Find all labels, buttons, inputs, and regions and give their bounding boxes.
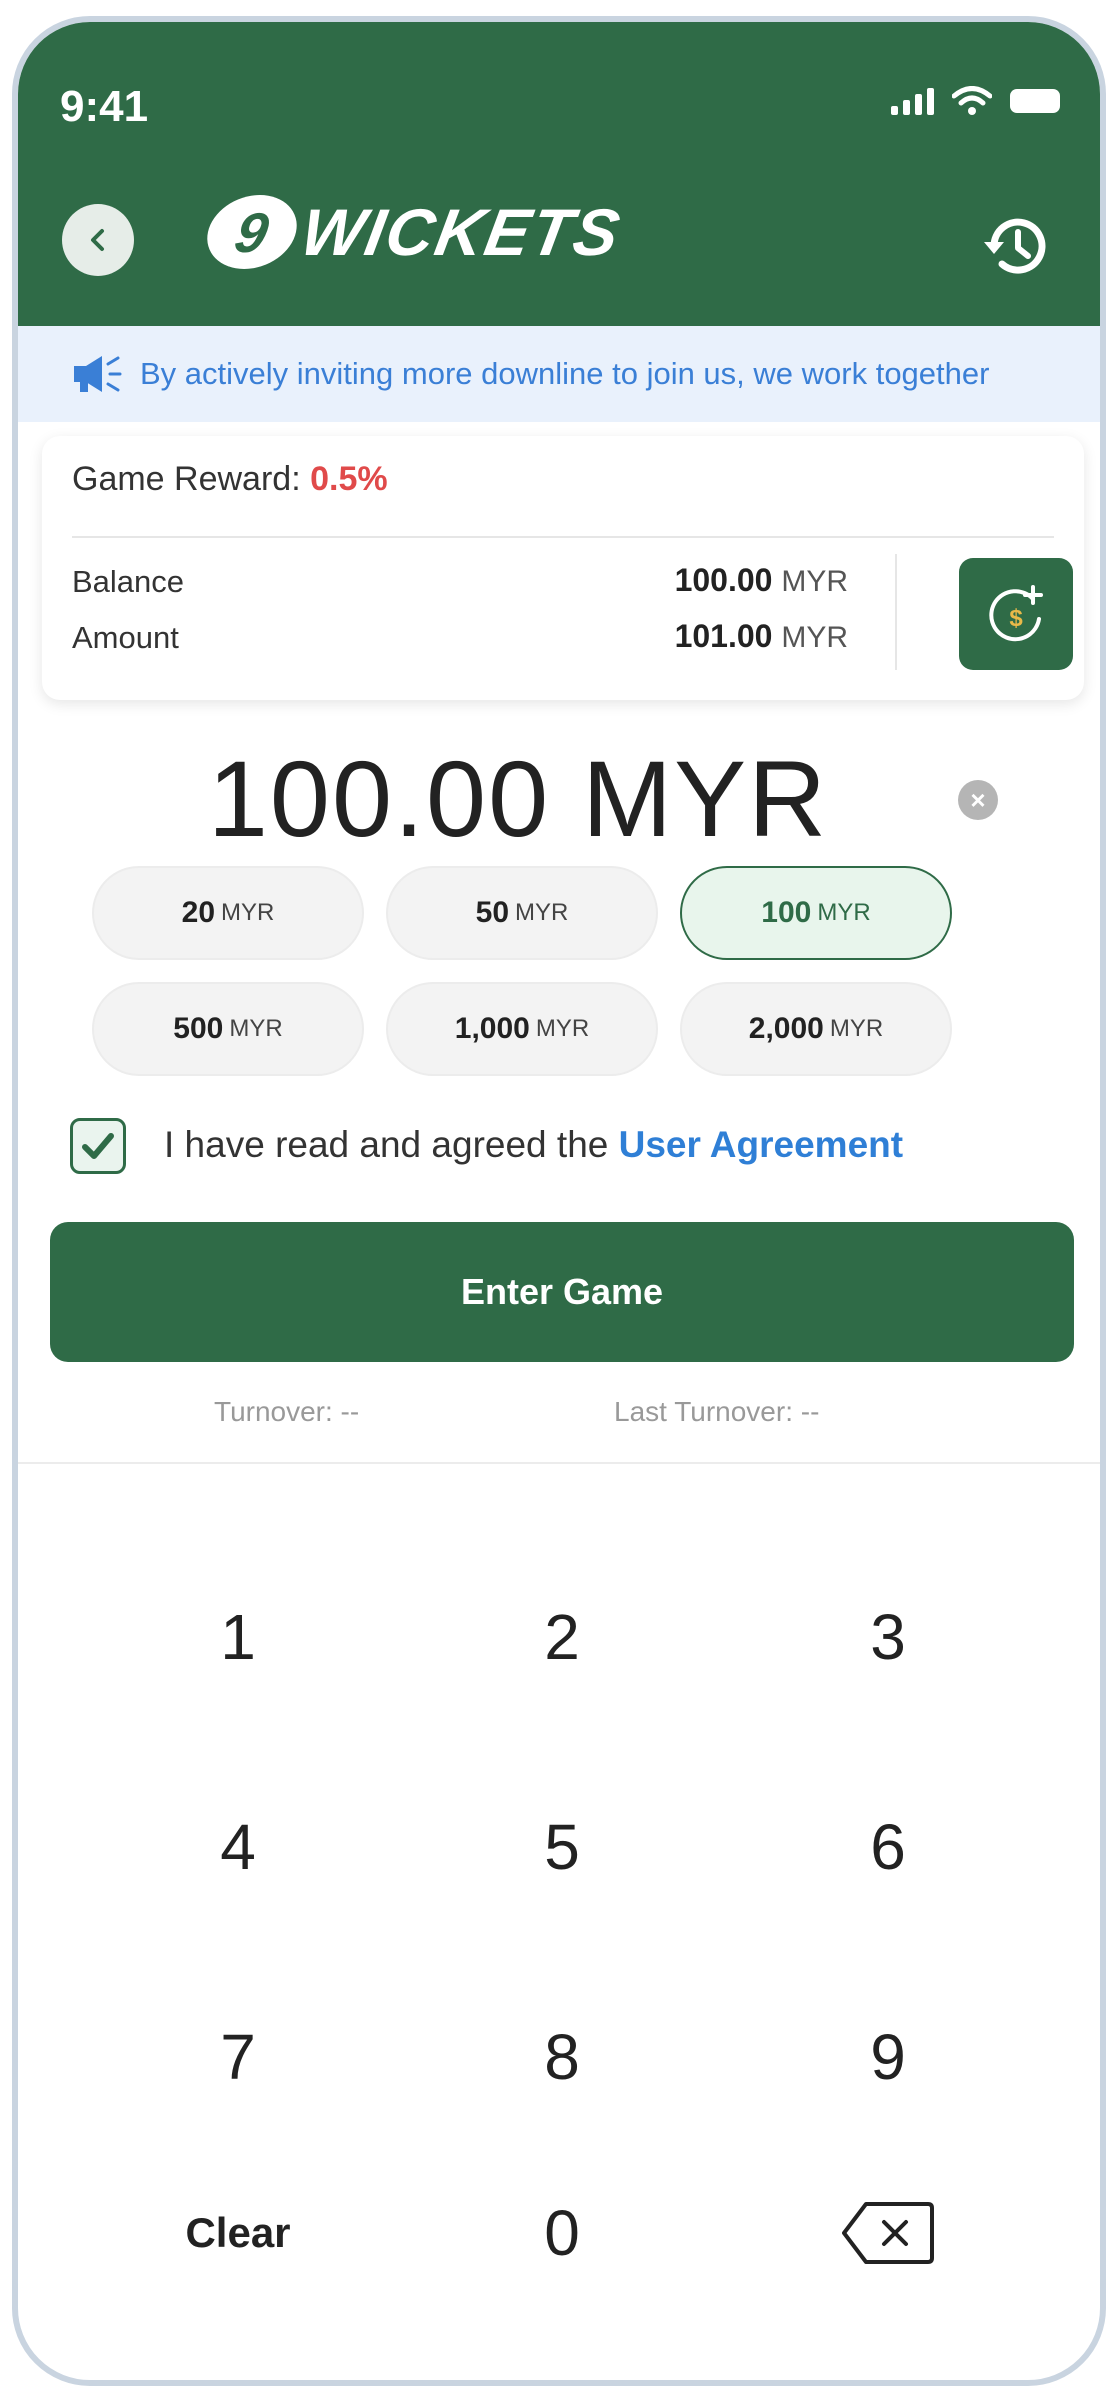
preset-chip[interactable]: 50 MYR: [386, 866, 658, 960]
deposit-button[interactable]: $: [959, 558, 1073, 670]
add-money-icon: $: [989, 585, 1043, 642]
key-3[interactable]: 3: [788, 1582, 988, 1692]
preset-amount: 20: [181, 896, 216, 929]
app-logo: 9 WICKETS: [200, 194, 627, 270]
wallet-card: Game Reward: 0.5% Balance 100.00 MYR Amo…: [42, 436, 1084, 700]
logo-text: WICKETS: [295, 195, 627, 269]
preset-amount: 2,000: [748, 1012, 824, 1045]
preset-amount: 500: [173, 1012, 224, 1045]
preset-currency: MYR: [515, 899, 569, 926]
back-button[interactable]: [62, 204, 134, 276]
reward-label: Game Reward:: [72, 460, 301, 498]
preset-chip[interactable]: 1,000 MYR: [386, 982, 658, 1076]
preset-chip[interactable]: 20 MYR: [92, 866, 364, 960]
balance-currency: MYR: [781, 565, 848, 598]
amount-value: 101.00 MYR: [675, 618, 848, 655]
user-agreement-link[interactable]: User Agreement: [619, 1124, 903, 1165]
preset-currency: MYR: [221, 899, 275, 926]
amount-label: Amount: [72, 620, 179, 655]
turnover-label: Turnover: --: [214, 1396, 360, 1427]
logo-badge: 9: [200, 195, 304, 269]
clear-amount-button[interactable]: ×: [958, 780, 998, 820]
last-turnover-label: Last Turnover: --: [614, 1396, 820, 1427]
key-5[interactable]: 5: [462, 1792, 662, 1902]
phone-frame: 9:41 9 WICKETS By actively inviting more…: [12, 16, 1106, 2386]
amount-display: 100.00 MYR: [207, 738, 829, 859]
balance-value: 100.00 MYR: [675, 562, 848, 599]
preset-chip-selected[interactable]: 100 MYR: [680, 866, 952, 960]
notice-bar: By actively inviting more downline to jo…: [18, 326, 1100, 422]
key-4[interactable]: 4: [138, 1792, 338, 1902]
game-reward: Game Reward: 0.5%: [72, 460, 388, 499]
status-icons: [891, 86, 1060, 116]
key-backspace[interactable]: [788, 2178, 988, 2288]
key-9[interactable]: 9: [788, 2002, 988, 2112]
agreement-text: I have read and agreed the User Agreemen…: [164, 1124, 903, 1166]
balance-amount: 100.00: [674, 562, 773, 598]
preset-amount: 50: [475, 896, 510, 929]
preset-currency: MYR: [535, 1015, 590, 1042]
vertical-divider: [895, 554, 897, 670]
preset-amount: 1,000: [454, 1012, 530, 1045]
wifi-icon: [952, 86, 992, 115]
key-1[interactable]: 1: [138, 1582, 338, 1692]
battery-icon: [1010, 89, 1060, 113]
checkmark-icon: [82, 1133, 114, 1159]
amount-amount: 101.00: [674, 618, 773, 654]
chevron-left-icon: [91, 229, 104, 251]
key-2[interactable]: 2: [462, 1582, 662, 1692]
key-0[interactable]: 0: [462, 2178, 662, 2288]
history-button[interactable]: [976, 206, 1056, 286]
svg-text:$: $: [1009, 605, 1023, 632]
preset-currency: MYR: [829, 1015, 884, 1042]
key-6[interactable]: 6: [788, 1792, 988, 1902]
agreement-label: I have read and agreed the: [164, 1124, 619, 1165]
enter-game-button[interactable]: Enter Game: [50, 1222, 1074, 1362]
notice-text: By actively inviting more downline to jo…: [140, 356, 990, 391]
preset-amount: 100: [761, 896, 812, 929]
history-icon: [984, 218, 1046, 274]
key-clear[interactable]: Clear: [138, 2178, 338, 2288]
key-8[interactable]: 8: [462, 2002, 662, 2112]
app-header: 9:41 9 WICKETS: [18, 22, 1100, 326]
card-divider: [72, 536, 1054, 538]
keypad-divider: [18, 1462, 1100, 1464]
preset-currency: MYR: [229, 1015, 283, 1042]
amount-currency: MYR: [781, 621, 848, 654]
agreement-checkbox[interactable]: [70, 1118, 126, 1174]
backspace-icon: [842, 2202, 934, 2264]
balance-label: Balance: [72, 564, 185, 599]
status-time: 9:41: [60, 82, 149, 131]
reward-value: 0.5%: [310, 460, 388, 498]
signal-icon: [891, 87, 934, 115]
megaphone-icon: [74, 356, 122, 392]
preset-currency: MYR: [817, 899, 871, 926]
key-7[interactable]: 7: [138, 2002, 338, 2112]
preset-chip[interactable]: 2,000 MYR: [680, 982, 952, 1076]
preset-chip[interactable]: 500 MYR: [92, 982, 364, 1076]
